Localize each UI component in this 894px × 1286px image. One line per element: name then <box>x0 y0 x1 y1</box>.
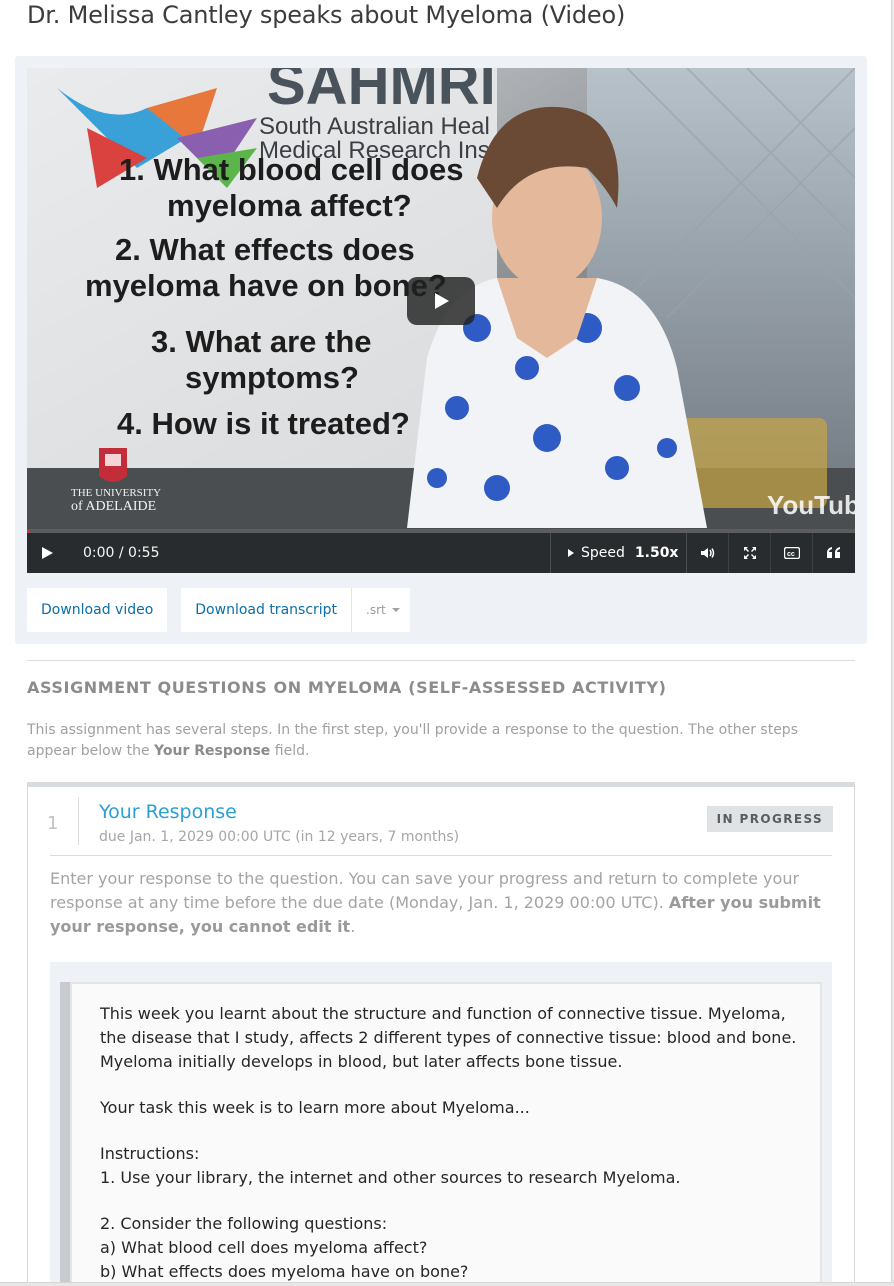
play-icon <box>42 547 53 559</box>
download-transcript-group: Download transcript .srt <box>181 588 410 632</box>
section-divider <box>27 660 855 661</box>
volume-icon <box>700 548 714 558</box>
thumb-question-1b: myeloma affect? <box>167 188 412 223</box>
prompt-paragraph-2: Your task this week is to learn more abo… <box>100 1098 530 1117</box>
sahmri-logo-text: SAHMRI <box>267 68 496 117</box>
chevron-down-icon <box>391 608 400 612</box>
thumb-question-4: 4. How is it treated? <box>117 406 410 441</box>
response-step: 1 Your Response due Jan. 1, 2029 00:00 U… <box>27 782 855 1286</box>
youtube-logo: YouTube <box>767 490 855 520</box>
prompt-paragraph-1: This week you learnt about the structure… <box>100 1004 797 1071</box>
prompt-question-b: b) What effects does myeloma have on bon… <box>100 1262 469 1281</box>
question-prompt: This week you learnt about the structure… <box>60 982 822 1286</box>
closed-captions-button[interactable]: cc <box>771 533 813 573</box>
time-display: 0:00 / 0:55 <box>83 545 160 561</box>
speed-label: Speed <box>581 545 625 561</box>
university-line-1: THE UNIVERSITY <box>71 487 161 499</box>
assignment-intro-bold: Your Response <box>154 743 271 759</box>
assignment-intro-text: This assignment has several steps. In th… <box>27 722 798 759</box>
fullscreen-icon <box>743 547 756 559</box>
play-icon <box>435 293 449 309</box>
assignment-intro: This assignment has several steps. In th… <box>27 720 827 762</box>
step-divider <box>50 855 832 856</box>
volume-button[interactable] <box>687 533 729 573</box>
step-due-date: due Jan. 1, 2029 00:00 UTC (in 12 years,… <box>99 829 460 845</box>
step-instructions: Enter your response to the question. You… <box>50 867 840 939</box>
svg-text:cc: cc <box>787 551 795 558</box>
step-title[interactable]: Your Response <box>99 801 237 823</box>
assignment-intro-end: field. <box>270 743 310 759</box>
window-bottom-edge <box>0 1282 894 1286</box>
prompt-instructions-heading: Instructions: <box>100 1144 200 1163</box>
assignment-title: ASSIGNMENT QUESTIONS ON MYELOMA (SELF-AS… <box>27 678 667 697</box>
transcript-format-dropdown[interactable]: .srt <box>351 588 410 632</box>
thumb-question-2b: myeloma have on bone? <box>85 268 447 303</box>
prompt-text: This week you learnt about the structure… <box>100 1002 800 1284</box>
thumb-question-1: 1. What blood cell does <box>119 152 463 187</box>
institute-line-1: South Australian Heal <box>259 113 490 140</box>
download-transcript-button[interactable]: Download transcript <box>181 588 352 632</box>
play-overlay-button[interactable] <box>407 277 475 325</box>
thumb-question-3: 3. What are the <box>151 324 372 359</box>
download-buttons: Download video Download transcript .srt <box>27 588 410 632</box>
step-number: 1 <box>47 813 59 834</box>
fullscreen-button[interactable] <box>729 533 771 573</box>
question-prompt-wrapper: This week you learnt about the structure… <box>50 962 832 1286</box>
step-separator <box>78 797 79 845</box>
closed-captions-icon: cc <box>783 547 800 559</box>
caret-right-icon <box>568 549 574 557</box>
svg-text:YouTube: YouTube <box>767 490 855 520</box>
prompt-instruction-2: 2. Consider the following questions: <box>100 1214 388 1233</box>
speed-button[interactable]: Speed 1.50x <box>550 533 687 573</box>
transcript-toggle-button[interactable] <box>813 533 855 573</box>
video-player[interactable]: SAHMRI South Australian Heal Medical Res… <box>27 68 855 529</box>
status-badge: IN PROGRESS <box>706 806 833 832</box>
university-line-2: of ADELAIDE <box>71 499 156 514</box>
step-instructions-end: . <box>350 917 356 936</box>
speed-value: 1.50x <box>634 545 679 561</box>
thumb-question-2: 2. What effects does <box>115 232 415 267</box>
transcript-quote-icon <box>827 547 840 558</box>
prompt-question-a: a) What blood cell does myeloma affect? <box>100 1238 428 1257</box>
video-controls: 0:00 / 0:55 Speed 1.50x cc <box>27 533 855 573</box>
page-title: Dr. Melissa Cantley speaks about Myeloma… <box>27 1 626 29</box>
download-video-button[interactable]: Download video <box>27 588 168 632</box>
transcript-format-value: .srt <box>366 603 386 617</box>
thumb-question-3b: symptoms? <box>185 360 359 395</box>
play-button[interactable] <box>27 533 67 573</box>
video-panel: SAHMRI South Australian Heal Medical Res… <box>15 56 867 644</box>
prompt-instruction-1: 1. Use your library, the internet and ot… <box>100 1168 681 1187</box>
